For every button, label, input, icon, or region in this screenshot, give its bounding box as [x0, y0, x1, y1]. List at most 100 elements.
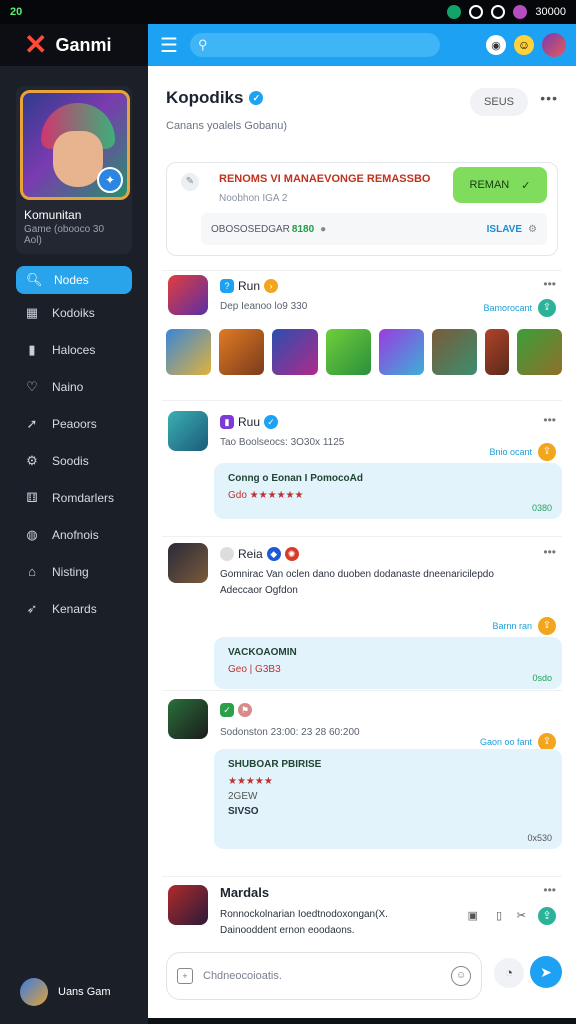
avatar[interactable]: [168, 275, 208, 315]
circle-icon: [469, 5, 484, 19]
send-button[interactable]: ➤: [530, 956, 562, 988]
more-icon[interactable]: •••: [543, 883, 556, 897]
avatar[interactable]: [168, 411, 208, 451]
thumbnail[interactable]: [325, 329, 371, 375]
search-input[interactable]: ⚲: [190, 33, 440, 57]
sidebar-nav: 🔍︎ Nodes ▦ Kodoiks ▮ Haloces ♡ Naino ➚ Peaoor…: [0, 266, 148, 627]
profile-avatar: ✦: [20, 90, 130, 200]
share-icon[interactable]: ⇪: [538, 907, 556, 925]
post-tag-text: Bamorocant: [483, 303, 532, 313]
post-tag[interactable]: Barnn ran ⇪: [492, 617, 556, 635]
bubble-time: 0380: [531, 503, 552, 513]
emoji-icon[interactable]: ☺: [451, 966, 471, 986]
post-tag-text: Bnio ocant: [489, 447, 532, 457]
alert-subtitle: Noobhon IGA 2: [219, 193, 288, 204]
thumbnail[interactable]: [272, 329, 318, 375]
camera-icon[interactable]: ◉: [486, 35, 506, 55]
post-tag[interactable]: Bnio ocant ⇪: [489, 443, 556, 461]
info-bar-link[interactable]: ISLAVE: [487, 224, 522, 235]
message-bubble[interactable]: SHUBOAR PBIRISE ★★★★★ 2GEW SIVSO 0x530: [214, 749, 562, 849]
current-user-name: Uans Gam: [58, 986, 111, 998]
emoji-icon[interactable]: ☺: [514, 35, 534, 55]
sidebar-item-label: Haloces: [52, 342, 96, 357]
sidebar-item-label: Nodes: [54, 273, 89, 287]
share-icon: ⇪: [538, 299, 556, 317]
post-author: ? Run ›: [220, 279, 279, 293]
current-user[interactable]: Uans Gam: [20, 978, 111, 1006]
search-icon: ⚲: [198, 37, 208, 52]
search-icon: 🔍︎: [26, 272, 43, 287]
tool-icon[interactable]: ✂: [517, 909, 526, 922]
main-panel: ☰ ⚲ ◉ ☺ Kopodiks ✓ Canans yoalels Gobanu…: [148, 24, 576, 1018]
sidebar-item-kenards[interactable]: ➶ Kenards: [0, 590, 148, 627]
sidebar-item-label: Naino: [52, 379, 84, 394]
thumbnail[interactable]: [166, 329, 212, 375]
clock-icon: [491, 5, 506, 19]
post-author-name: Reia: [238, 547, 263, 561]
profile-title: Komunitan: [24, 208, 82, 222]
header-button[interactable]: SEUS: [470, 88, 528, 116]
avatar[interactable]: [542, 33, 566, 57]
thumbnail[interactable]: [219, 329, 265, 375]
sidebar-item-nodes[interactable]: 🔍︎ Nodes: [16, 266, 132, 294]
post-meta: Tao Boolseocs: 3O30x 1125: [220, 437, 345, 448]
bubble-time: 0x530: [527, 833, 552, 843]
sidebar-item-naino[interactable]: ♡ Naino: [0, 368, 148, 405]
bubble-time: 0sdo: [532, 673, 552, 683]
post-2: ▮ Ruu ✓ ••• Tao Boolseocs: 3O30x 1125 Bn…: [162, 400, 562, 528]
status-right: 30000: [447, 5, 566, 19]
sidebar-item-romdarlers[interactable]: ⚅ Romdarlers: [0, 479, 148, 516]
post-tag-text: Barnn ran: [492, 621, 532, 631]
flag-icon: ⚑: [238, 703, 252, 717]
profile-card[interactable]: ✦ Komunitan Game (obooco 30 Aol): [16, 86, 132, 254]
sidebar-item-soodis[interactable]: ⚙ Soodis: [0, 442, 148, 479]
avatar[interactable]: [168, 885, 208, 925]
thumbnail-strip: [166, 329, 562, 375]
image-icon[interactable]: ▣: [468, 909, 478, 922]
avatar: [20, 978, 48, 1006]
green-action-button[interactable]: REMAN ✓: [453, 167, 547, 203]
post-author: ▮ Ruu ✓: [220, 415, 279, 429]
more-icon[interactable]: •••: [543, 277, 556, 291]
post-tag-text: Gaon oo fant: [479, 737, 532, 747]
info-bar-text: OBOSOSEDGAR: [211, 223, 290, 235]
sidebar-item-label: Kenards: [52, 601, 97, 616]
avatar[interactable]: [168, 699, 208, 739]
thumbnail[interactable]: [432, 329, 478, 375]
post-tag[interactable]: Bamorocant ⇪: [483, 299, 556, 317]
message-bubble[interactable]: VACKOAOMIN Geo | G3B3 0sdo: [214, 637, 562, 689]
thumbnail[interactable]: [516, 329, 562, 375]
sidebar-item-label: Soodis: [52, 453, 89, 468]
menu-icon[interactable]: ☰: [158, 33, 180, 58]
info-bar[interactable]: OBOSOSEDGAR 8180 ● ISLAVE ⚙: [201, 213, 547, 245]
sidebar-item-haloces[interactable]: ▮ Haloces: [0, 331, 148, 368]
more-icon[interactable]: •••: [540, 90, 558, 106]
more-icon[interactable]: •••: [543, 545, 556, 559]
more-icon[interactable]: •••: [543, 413, 556, 427]
globe-icon: ◍: [26, 526, 38, 542]
verified-icon: ✓: [249, 91, 264, 105]
thumbnail[interactable]: [378, 329, 425, 375]
sidebar-item-nisting[interactable]: ⌂ Nisting: [0, 553, 148, 590]
flame-icon: ✺: [284, 547, 299, 561]
post-author-name: Mardals: [220, 885, 270, 900]
message-composer[interactable]: + Chdneocoioatis. ☺: [166, 952, 482, 1000]
avatar[interactable]: [168, 543, 208, 583]
sidebar-item-kodoiks[interactable]: ▦ Kodoiks: [0, 294, 148, 331]
brand-name: Ganmi: [55, 34, 112, 55]
bubble-line: ★★★★★: [228, 776, 273, 787]
thumbnail[interactable]: [485, 329, 509, 375]
file-icon[interactable]: ▯: [496, 909, 502, 922]
post-3: Reia ◆ ✺ ••• Gomnirac Van oclen dano duo…: [162, 536, 562, 689]
attach-icon[interactable]: +: [177, 968, 193, 984]
sidebar-item-peaoors[interactable]: ➚ Peaoors: [0, 405, 148, 442]
mic-button[interactable]: ◔: [494, 958, 524, 988]
topbar-actions: ◉ ☺: [486, 33, 566, 57]
sidebar-item-label: Peaoors: [52, 416, 97, 431]
sidebar-item-anofnois[interactable]: ◍ Anofnois: [0, 516, 148, 553]
composer-placeholder: Chdneocoioatis.: [203, 970, 282, 982]
message-bubble[interactable]: Conng o Eonan I PomocoAd Gdo ★★★★★★ 0380: [214, 463, 562, 519]
brand[interactable]: ✕ Ganmi: [0, 24, 148, 66]
post-author-name: Ruu: [238, 415, 261, 429]
folder-icon: ▮: [28, 341, 36, 357]
